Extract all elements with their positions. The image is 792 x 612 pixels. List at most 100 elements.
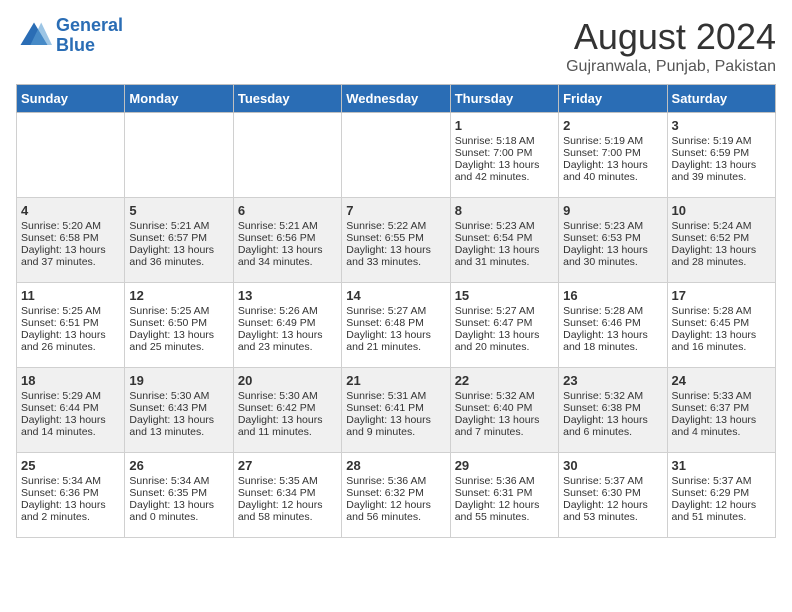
header-wednesday: Wednesday (342, 85, 450, 113)
calendar-week-5: 25Sunrise: 5:34 AMSunset: 6:36 PMDayligh… (17, 453, 776, 538)
day-number: 8 (455, 203, 554, 218)
calendar-cell: 22Sunrise: 5:32 AMSunset: 6:40 PMDayligh… (450, 368, 558, 453)
sunrise-text: Sunrise: 5:26 AM (238, 305, 337, 317)
calendar-cell: 19Sunrise: 5:30 AMSunset: 6:43 PMDayligh… (125, 368, 233, 453)
header-thursday: Thursday (450, 85, 558, 113)
daylight-text: Daylight: 12 hours and 53 minutes. (563, 499, 662, 523)
sunrise-text: Sunrise: 5:24 AM (672, 220, 771, 232)
header-sunday: Sunday (17, 85, 125, 113)
sunrise-text: Sunrise: 5:36 AM (455, 475, 554, 487)
day-number: 3 (672, 118, 771, 133)
daylight-text: Daylight: 13 hours and 6 minutes. (563, 414, 662, 438)
sunset-text: Sunset: 6:52 PM (672, 232, 771, 244)
calendar-cell: 16Sunrise: 5:28 AMSunset: 6:46 PMDayligh… (559, 283, 667, 368)
calendar-cell (342, 113, 450, 198)
sunset-text: Sunset: 6:57 PM (129, 232, 228, 244)
calendar-cell: 15Sunrise: 5:27 AMSunset: 6:47 PMDayligh… (450, 283, 558, 368)
calendar-cell: 29Sunrise: 5:36 AMSunset: 6:31 PMDayligh… (450, 453, 558, 538)
sunrise-text: Sunrise: 5:34 AM (129, 475, 228, 487)
day-number: 31 (672, 458, 771, 473)
daylight-text: Daylight: 13 hours and 31 minutes. (455, 244, 554, 268)
sunrise-text: Sunrise: 5:36 AM (346, 475, 445, 487)
sunrise-text: Sunrise: 5:29 AM (21, 390, 120, 402)
daylight-text: Daylight: 13 hours and 9 minutes. (346, 414, 445, 438)
daylight-text: Daylight: 13 hours and 34 minutes. (238, 244, 337, 268)
sunrise-text: Sunrise: 5:27 AM (455, 305, 554, 317)
calendar-week-1: 1Sunrise: 5:18 AMSunset: 7:00 PMDaylight… (17, 113, 776, 198)
sunset-text: Sunset: 6:29 PM (672, 487, 771, 499)
calendar-cell: 31Sunrise: 5:37 AMSunset: 6:29 PMDayligh… (667, 453, 775, 538)
sunset-text: Sunset: 6:55 PM (346, 232, 445, 244)
sunset-text: Sunset: 6:40 PM (455, 402, 554, 414)
header-friday: Friday (559, 85, 667, 113)
daylight-text: Daylight: 12 hours and 58 minutes. (238, 499, 337, 523)
day-number: 19 (129, 373, 228, 388)
header-saturday: Saturday (667, 85, 775, 113)
daylight-text: Daylight: 13 hours and 2 minutes. (21, 499, 120, 523)
sunrise-text: Sunrise: 5:35 AM (238, 475, 337, 487)
sunrise-text: Sunrise: 5:21 AM (238, 220, 337, 232)
sunset-text: Sunset: 6:42 PM (238, 402, 337, 414)
sunset-text: Sunset: 6:38 PM (563, 402, 662, 414)
sunrise-text: Sunrise: 5:28 AM (563, 305, 662, 317)
day-number: 20 (238, 373, 337, 388)
calendar-cell: 30Sunrise: 5:37 AMSunset: 6:30 PMDayligh… (559, 453, 667, 538)
day-number: 15 (455, 288, 554, 303)
calendar-cell: 5Sunrise: 5:21 AMSunset: 6:57 PMDaylight… (125, 198, 233, 283)
sunrise-text: Sunrise: 5:28 AM (672, 305, 771, 317)
logo-icon (16, 18, 52, 54)
calendar-cell: 24Sunrise: 5:33 AMSunset: 6:37 PMDayligh… (667, 368, 775, 453)
sunset-text: Sunset: 6:45 PM (672, 317, 771, 329)
daylight-text: Daylight: 13 hours and 21 minutes. (346, 329, 445, 353)
calendar-cell: 14Sunrise: 5:27 AMSunset: 6:48 PMDayligh… (342, 283, 450, 368)
daylight-text: Daylight: 13 hours and 26 minutes. (21, 329, 120, 353)
sunrise-text: Sunrise: 5:25 AM (21, 305, 120, 317)
sunset-text: Sunset: 6:35 PM (129, 487, 228, 499)
daylight-text: Daylight: 13 hours and 42 minutes. (455, 159, 554, 183)
calendar-cell (233, 113, 341, 198)
day-number: 13 (238, 288, 337, 303)
header-tuesday: Tuesday (233, 85, 341, 113)
header: General Blue August 2024 Gujranwala, Pun… (16, 16, 776, 76)
sunrise-text: Sunrise: 5:20 AM (21, 220, 120, 232)
sunrise-text: Sunrise: 5:23 AM (563, 220, 662, 232)
calendar-cell: 9Sunrise: 5:23 AMSunset: 6:53 PMDaylight… (559, 198, 667, 283)
daylight-text: Daylight: 13 hours and 13 minutes. (129, 414, 228, 438)
page-subtitle: Gujranwala, Punjab, Pakistan (566, 58, 776, 76)
calendar-cell: 20Sunrise: 5:30 AMSunset: 6:42 PMDayligh… (233, 368, 341, 453)
sunset-text: Sunset: 6:54 PM (455, 232, 554, 244)
day-number: 23 (563, 373, 662, 388)
sunrise-text: Sunrise: 5:31 AM (346, 390, 445, 402)
sunrise-text: Sunrise: 5:30 AM (238, 390, 337, 402)
sunrise-text: Sunrise: 5:19 AM (563, 135, 662, 147)
day-number: 29 (455, 458, 554, 473)
calendar-cell: 12Sunrise: 5:25 AMSunset: 6:50 PMDayligh… (125, 283, 233, 368)
calendar-cell: 6Sunrise: 5:21 AMSunset: 6:56 PMDaylight… (233, 198, 341, 283)
day-number: 24 (672, 373, 771, 388)
calendar-cell: 28Sunrise: 5:36 AMSunset: 6:32 PMDayligh… (342, 453, 450, 538)
sunset-text: Sunset: 6:30 PM (563, 487, 662, 499)
sunset-text: Sunset: 6:41 PM (346, 402, 445, 414)
daylight-text: Daylight: 13 hours and 16 minutes. (672, 329, 771, 353)
daylight-text: Daylight: 13 hours and 33 minutes. (346, 244, 445, 268)
sunrise-text: Sunrise: 5:30 AM (129, 390, 228, 402)
calendar-cell: 11Sunrise: 5:25 AMSunset: 6:51 PMDayligh… (17, 283, 125, 368)
sunrise-text: Sunrise: 5:21 AM (129, 220, 228, 232)
sunrise-text: Sunrise: 5:23 AM (455, 220, 554, 232)
calendar-cell: 17Sunrise: 5:28 AMSunset: 6:45 PMDayligh… (667, 283, 775, 368)
page-title: August 2024 (566, 16, 776, 58)
calendar-cell: 1Sunrise: 5:18 AMSunset: 7:00 PMDaylight… (450, 113, 558, 198)
daylight-text: Daylight: 13 hours and 39 minutes. (672, 159, 771, 183)
calendar-week-4: 18Sunrise: 5:29 AMSunset: 6:44 PMDayligh… (17, 368, 776, 453)
sunset-text: Sunset: 6:53 PM (563, 232, 662, 244)
day-number: 10 (672, 203, 771, 218)
calendar-cell: 27Sunrise: 5:35 AMSunset: 6:34 PMDayligh… (233, 453, 341, 538)
calendar-cell: 4Sunrise: 5:20 AMSunset: 6:58 PMDaylight… (17, 198, 125, 283)
calendar-cell: 13Sunrise: 5:26 AMSunset: 6:49 PMDayligh… (233, 283, 341, 368)
daylight-text: Daylight: 13 hours and 37 minutes. (21, 244, 120, 268)
sunset-text: Sunset: 6:58 PM (21, 232, 120, 244)
day-number: 6 (238, 203, 337, 218)
day-number: 26 (129, 458, 228, 473)
daylight-text: Daylight: 13 hours and 20 minutes. (455, 329, 554, 353)
daylight-text: Daylight: 13 hours and 14 minutes. (21, 414, 120, 438)
